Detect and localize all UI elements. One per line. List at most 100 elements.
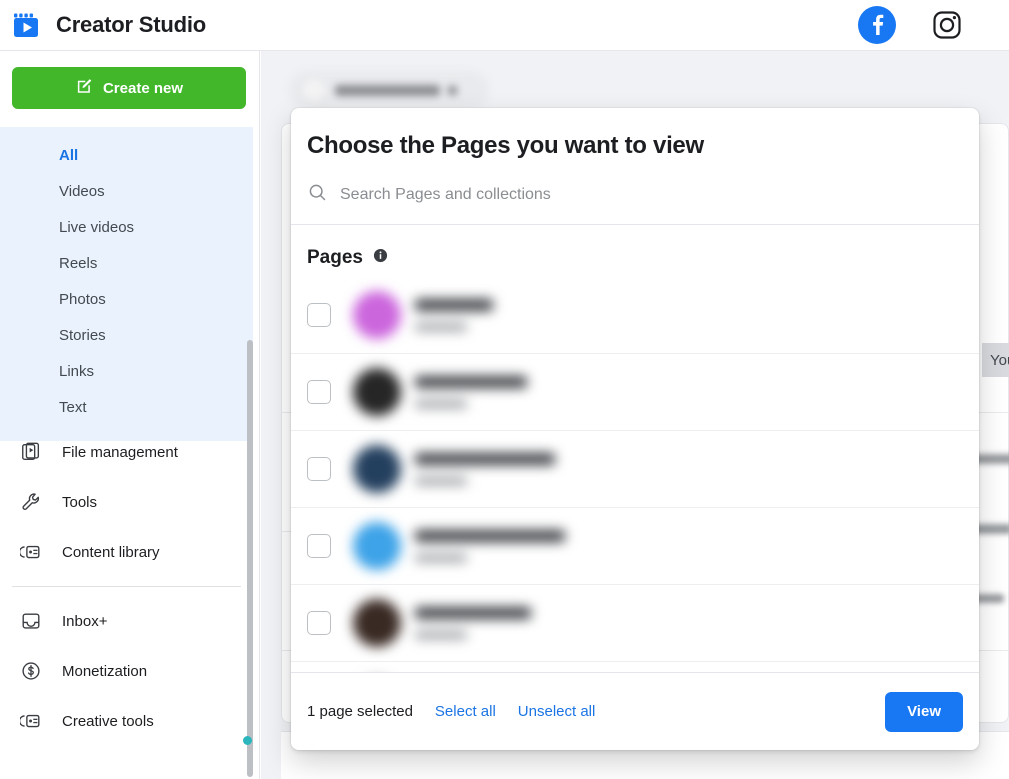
sidebar-scrollbar[interactable]: [247, 340, 253, 777]
dollar-circle-icon: [18, 658, 44, 684]
view-button[interactable]: View: [885, 692, 963, 732]
chip-label: [335, 85, 440, 96]
sidebar-nav: File management Tools: [0, 427, 253, 746]
page-name: [415, 530, 565, 542]
page-meta: [415, 323, 467, 331]
sidebar-filter-reels[interactable]: Reels: [0, 245, 253, 281]
sidebar-filter-links[interactable]: Links: [0, 353, 253, 389]
brand[interactable]: Creator Studio: [0, 9, 206, 41]
page-list-item[interactable]: [291, 508, 979, 585]
page-avatar: [353, 368, 401, 416]
page-filter-chip[interactable]: [289, 71, 489, 109]
unselect-all-link[interactable]: Unselect all: [518, 703, 596, 720]
modal-search-row: [291, 160, 979, 224]
page-row-text: [415, 607, 531, 639]
page-row-checkbox[interactable]: [307, 534, 331, 558]
modal-footer: 1 page selected Select all Unselect all …: [291, 672, 979, 750]
page-avatar: [353, 599, 401, 647]
page-row-checkbox[interactable]: [307, 380, 331, 404]
table-column-header: You: [982, 343, 1009, 377]
filter-label: Links: [59, 363, 94, 380]
inbox-icon: [18, 608, 44, 634]
search-input[interactable]: [340, 186, 940, 204]
sidebar-item-creative-tools[interactable]: Creative tools: [0, 696, 253, 746]
sidebar-item-label: Tools: [62, 494, 97, 511]
filter-label: Live videos: [59, 219, 134, 236]
compose-pencil-icon: [75, 77, 93, 99]
page-row-checkbox[interactable]: [307, 611, 331, 635]
page-row-content: [353, 445, 555, 493]
filter-label: Reels: [59, 255, 97, 272]
page-row-content: [353, 599, 531, 647]
select-all-link[interactable]: Select all: [435, 703, 496, 720]
page-row-text: [415, 299, 493, 331]
sidebar-filter-live-videos[interactable]: Live videos: [0, 209, 253, 245]
sidebar-item-label: Inbox+: [62, 613, 107, 630]
page-row-text: [415, 376, 527, 408]
sidebar-item-tools[interactable]: Tools: [0, 477, 253, 527]
pages-section-label: Pages: [307, 247, 363, 269]
page-row-content: [353, 522, 565, 570]
info-circle-icon[interactable]: [373, 248, 388, 268]
page-avatar: [353, 522, 401, 570]
page-list-item[interactable]: [291, 354, 979, 431]
sidebar-item-label: Creative tools: [62, 713, 154, 730]
monetization-notification-dot: [243, 736, 252, 745]
page-list-item[interactable]: [291, 662, 979, 672]
sidebar-filter-text[interactable]: Text: [0, 389, 253, 425]
page-meta: [415, 477, 467, 485]
sidebar-filter-videos[interactable]: Videos: [0, 173, 253, 209]
page-avatar: [353, 445, 401, 493]
content-library-icon: [18, 539, 44, 565]
modal-body: Pages: [291, 225, 979, 672]
page-row-content: [353, 291, 493, 339]
page-list-item[interactable]: [291, 277, 979, 354]
page-row-text: [415, 530, 565, 562]
sidebar-item-file-management[interactable]: File management: [0, 427, 253, 477]
page-row-content: [353, 368, 527, 416]
choose-pages-modal: Choose the Pages you want to view Pages: [291, 108, 979, 750]
sidebar-divider: [12, 586, 241, 587]
page-row-checkbox[interactable]: [307, 303, 331, 327]
page-name: [415, 607, 531, 619]
facebook-icon[interactable]: [855, 3, 899, 47]
page-name: [415, 299, 493, 311]
top-bar-actions: [855, 3, 1009, 47]
sidebar-filter-stories[interactable]: Stories: [0, 317, 253, 353]
creator-studio-clapperboard-icon: [10, 9, 42, 41]
filter-label: Photos: [59, 291, 106, 308]
sidebar-item-inbox[interactable]: Inbox+: [0, 596, 253, 646]
sidebar-filter-photos[interactable]: Photos: [0, 281, 253, 317]
instagram-icon[interactable]: [925, 3, 969, 47]
selected-count-label: 1 page selected: [307, 703, 413, 720]
file-management-icon: [18, 439, 44, 465]
page-row-text: [415, 453, 555, 485]
filter-label: Videos: [59, 183, 105, 200]
pages-section-header: Pages: [291, 225, 979, 277]
sidebar: Create new All Videos Live videos Reels …: [0, 51, 260, 779]
wrench-icon: [18, 489, 44, 515]
search-icon: [307, 182, 328, 208]
create-new-wrap: Create new: [0, 51, 259, 119]
create-new-label: Create new: [103, 80, 183, 97]
sidebar-item-label: Content library: [62, 544, 160, 561]
sidebar-item-label: Monetization: [62, 663, 147, 680]
creative-tools-icon: [18, 708, 44, 734]
modal-title: Choose the Pages you want to view: [307, 132, 963, 160]
page-avatar: [353, 291, 401, 339]
filter-label: Text: [59, 399, 87, 416]
page-name: [415, 376, 527, 388]
page-list-item[interactable]: [291, 585, 979, 662]
page-meta: [415, 631, 467, 639]
close-icon[interactable]: [448, 86, 457, 95]
sidebar-item-content-library[interactable]: Content library: [0, 527, 253, 577]
sidebar-item-monetization[interactable]: Monetization: [0, 646, 253, 696]
filter-label: All: [59, 147, 78, 164]
sidebar-filter-all[interactable]: All: [0, 137, 253, 173]
chip-avatar: [301, 77, 327, 103]
page-list-item[interactable]: [291, 431, 979, 508]
create-new-button[interactable]: Create new: [12, 67, 246, 109]
page-row-checkbox[interactable]: [307, 457, 331, 481]
filter-label: Stories: [59, 327, 106, 344]
top-bar: Creator Studio: [0, 0, 1009, 51]
